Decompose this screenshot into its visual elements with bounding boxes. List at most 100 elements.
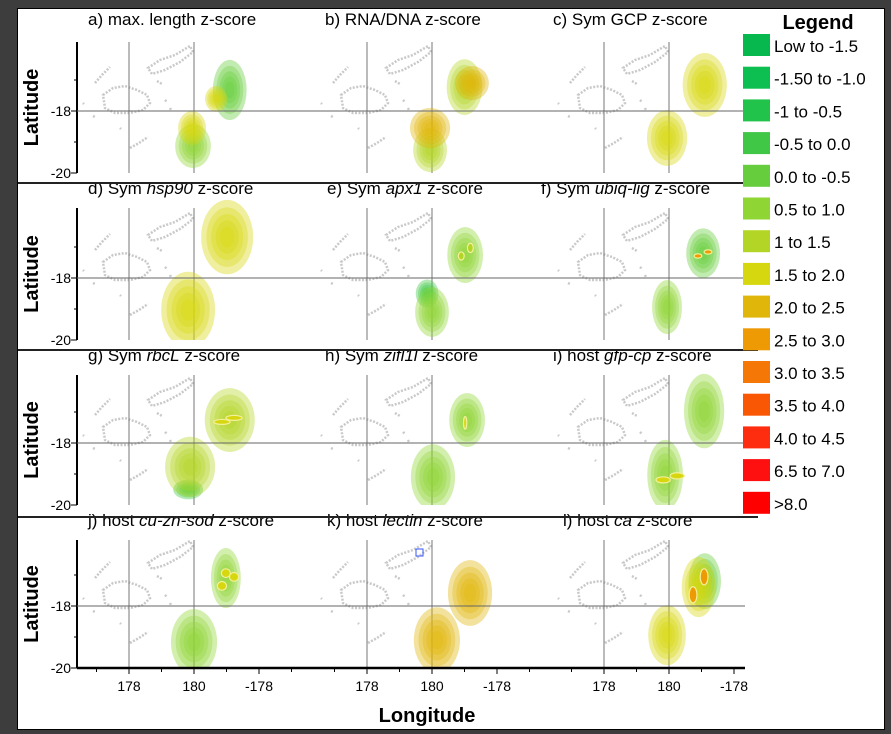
- hotspot-layer: [170, 548, 241, 668]
- island-outline: [631, 246, 638, 253]
- legend-swatch: [743, 491, 770, 514]
- title-suffix: z-score: [651, 346, 711, 365]
- y-tick-label: -20: [51, 165, 71, 181]
- y-axis-label: Latitude: [21, 565, 43, 643]
- island-outline: [576, 251, 627, 282]
- hotspot: [693, 253, 703, 259]
- hotspot: [681, 557, 716, 618]
- island-outline: [357, 459, 360, 462]
- island-outline: [129, 302, 149, 317]
- island-outline: [101, 251, 152, 282]
- hotspot: [413, 607, 460, 668]
- hotspot-contour: [430, 630, 444, 650]
- island-outline: [339, 579, 390, 610]
- legend-label: 4.0 to 4.5: [774, 429, 845, 448]
- panel-h: h) Sym zifl1l z-score: [320, 346, 485, 505]
- island-outline: [394, 79, 401, 86]
- island-outline: [339, 251, 390, 282]
- island-outline: [156, 246, 163, 253]
- title-suffix: z-score: [418, 346, 478, 365]
- panel-g: g) Sym rbcL z-score: [82, 346, 255, 505]
- hotspot-contour: [188, 123, 196, 133]
- hotspot-peak: [462, 416, 468, 430]
- x-tick-label: 180: [182, 678, 206, 694]
- island-outline: [320, 269, 323, 272]
- island-outline: [406, 439, 411, 443]
- island-outline: [168, 274, 173, 278]
- hotspot-contour: [213, 95, 220, 103]
- x-tick-label: 178: [592, 678, 616, 694]
- hotspot: [205, 85, 228, 112]
- hotspot: [228, 571, 240, 582]
- panel-e: e) Sym apx1 z-score: [320, 179, 484, 340]
- panel-title: c) Sym GCP z-score: [553, 10, 708, 29]
- island-outline: [604, 302, 624, 317]
- island-outline: [643, 602, 648, 606]
- y-tick-label: -18: [51, 598, 71, 614]
- title-suffix: z-score: [214, 511, 274, 530]
- legend-swatch: [743, 66, 770, 89]
- y-tick-label: -20: [51, 660, 71, 676]
- title-suffix: z-score: [422, 511, 482, 530]
- panel-k: k) host lectin z-score: [320, 511, 493, 668]
- legend-label: 3.0 to 3.5: [774, 364, 845, 383]
- legend-swatch: [743, 328, 770, 351]
- island-outline: [92, 446, 96, 451]
- island-outline: [129, 135, 149, 150]
- legend-swatch: [743, 197, 770, 220]
- island-outline: [594, 294, 597, 297]
- hotspot-peak: [703, 249, 713, 255]
- title-prefix: l) host: [563, 511, 614, 530]
- island-outline: [94, 233, 111, 251]
- panel-d: d) Sym hsp90 z-score: [82, 179, 253, 340]
- panel-f: f) Sym ubiq-lig z-score: [541, 179, 721, 340]
- island-outline: [119, 459, 122, 462]
- hotspot: [686, 228, 721, 278]
- island-outline: [557, 597, 560, 600]
- y-tick-label: -18: [51, 270, 71, 286]
- panel-c: c) Sym GCP z-score: [553, 10, 727, 173]
- x-tick-label: -178: [483, 678, 511, 694]
- island-outline: [394, 574, 401, 581]
- island-outline: [82, 434, 85, 437]
- title-prefix: e) Sym: [327, 179, 386, 198]
- hotspot-contour: [463, 583, 477, 603]
- island-outline: [94, 561, 111, 579]
- island-outline: [643, 439, 648, 443]
- hotspot: [216, 580, 228, 591]
- legend-label: >8.0: [774, 495, 808, 514]
- legend-swatch: [743, 361, 770, 383]
- title-prefix: b) RNA/DNA z-score: [325, 10, 481, 29]
- island-outline: [156, 79, 163, 86]
- legend: Legend Low to -1.5 -1.50 to -1.0 -1 to -0.5…: [743, 12, 866, 514]
- island-outline: [332, 561, 349, 579]
- island-outline: [168, 107, 173, 111]
- title-gene: lectin: [383, 511, 423, 530]
- island-outline: [604, 630, 624, 645]
- legend-title: Legend: [782, 12, 853, 34]
- y-tick-label: -18: [51, 103, 71, 119]
- title-suffix: z-score: [650, 179, 710, 198]
- hotspot: [646, 110, 688, 166]
- legend-swatch: [743, 99, 770, 122]
- island-outline: [146, 376, 195, 408]
- title-gene: ubiq-lig: [595, 179, 650, 198]
- island-outline: [621, 211, 670, 243]
- island-outline: [156, 411, 163, 418]
- island-outline: [569, 398, 586, 416]
- island-outline: [604, 135, 624, 150]
- x-tick-label: -178: [245, 678, 273, 694]
- hotspot: [683, 373, 725, 449]
- legend-label: 2.5 to 3.0: [774, 331, 845, 350]
- title-prefix: k) host: [327, 511, 383, 530]
- island-outline: [164, 99, 168, 103]
- hotspot: [165, 436, 216, 497]
- x-axis-label: Longitude: [379, 705, 476, 727]
- island-outline: [119, 622, 122, 625]
- hotspot: [409, 107, 451, 149]
- hotspot-contour: [426, 467, 440, 487]
- x-tick-label: 178: [355, 678, 379, 694]
- hotspot: [455, 66, 489, 101]
- island-outline: [639, 99, 643, 103]
- hotspot-peak: [655, 476, 671, 484]
